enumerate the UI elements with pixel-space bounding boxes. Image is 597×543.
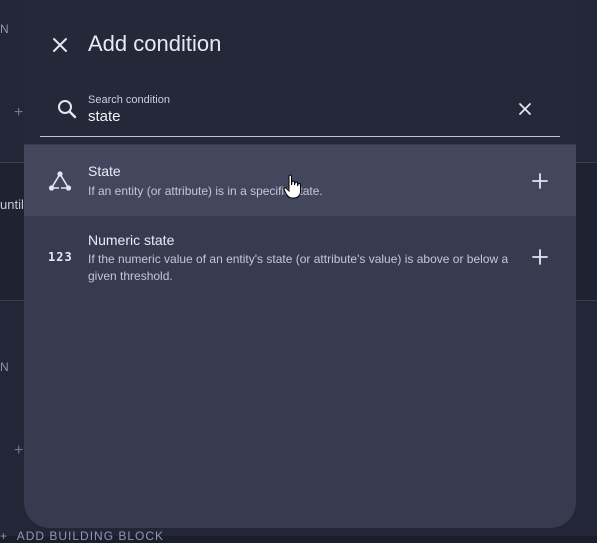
search-field[interactable]: Search condition: [40, 84, 560, 137]
background-label: N: [0, 22, 10, 36]
condition-item-description: If the numeric value of an entity's stat…: [88, 252, 509, 283]
dialog-title: Add condition: [88, 31, 222, 56]
dialog-header: Add condition Search condition: [24, 0, 576, 144]
numeric-icon: 123: [48, 250, 73, 264]
plus-icon: +: [14, 442, 24, 459]
hand-cursor-icon: [283, 174, 301, 199]
state-graph-icon: [48, 171, 72, 191]
search-icon: [58, 100, 77, 119]
condition-item-title: Numeric state: [88, 232, 175, 248]
close-icon: [53, 38, 67, 52]
condition-item-title: State: [88, 163, 121, 179]
condition-item-description: If an entity (or attribute) is in a spec…: [88, 184, 323, 198]
close-button[interactable]: [48, 33, 72, 57]
clear-search-icon[interactable]: [516, 100, 534, 118]
add-building-block-button[interactable]: + ADD BUILDING BLOCK: [0, 529, 164, 543]
condition-item-numeric-state[interactable]: 123 Numeric state If the numeric value o…: [24, 216, 576, 302]
search-label: Search condition: [88, 94, 170, 106]
add-condition-dialog: Add condition Search condition State If …: [24, 0, 576, 528]
background-label: N: [0, 360, 10, 374]
plus-icon: +: [14, 104, 24, 121]
search-input[interactable]: [88, 108, 468, 125]
background-until-text: until: [0, 197, 24, 212]
add-icon[interactable]: [532, 173, 548, 189]
add-icon[interactable]: [532, 249, 548, 265]
